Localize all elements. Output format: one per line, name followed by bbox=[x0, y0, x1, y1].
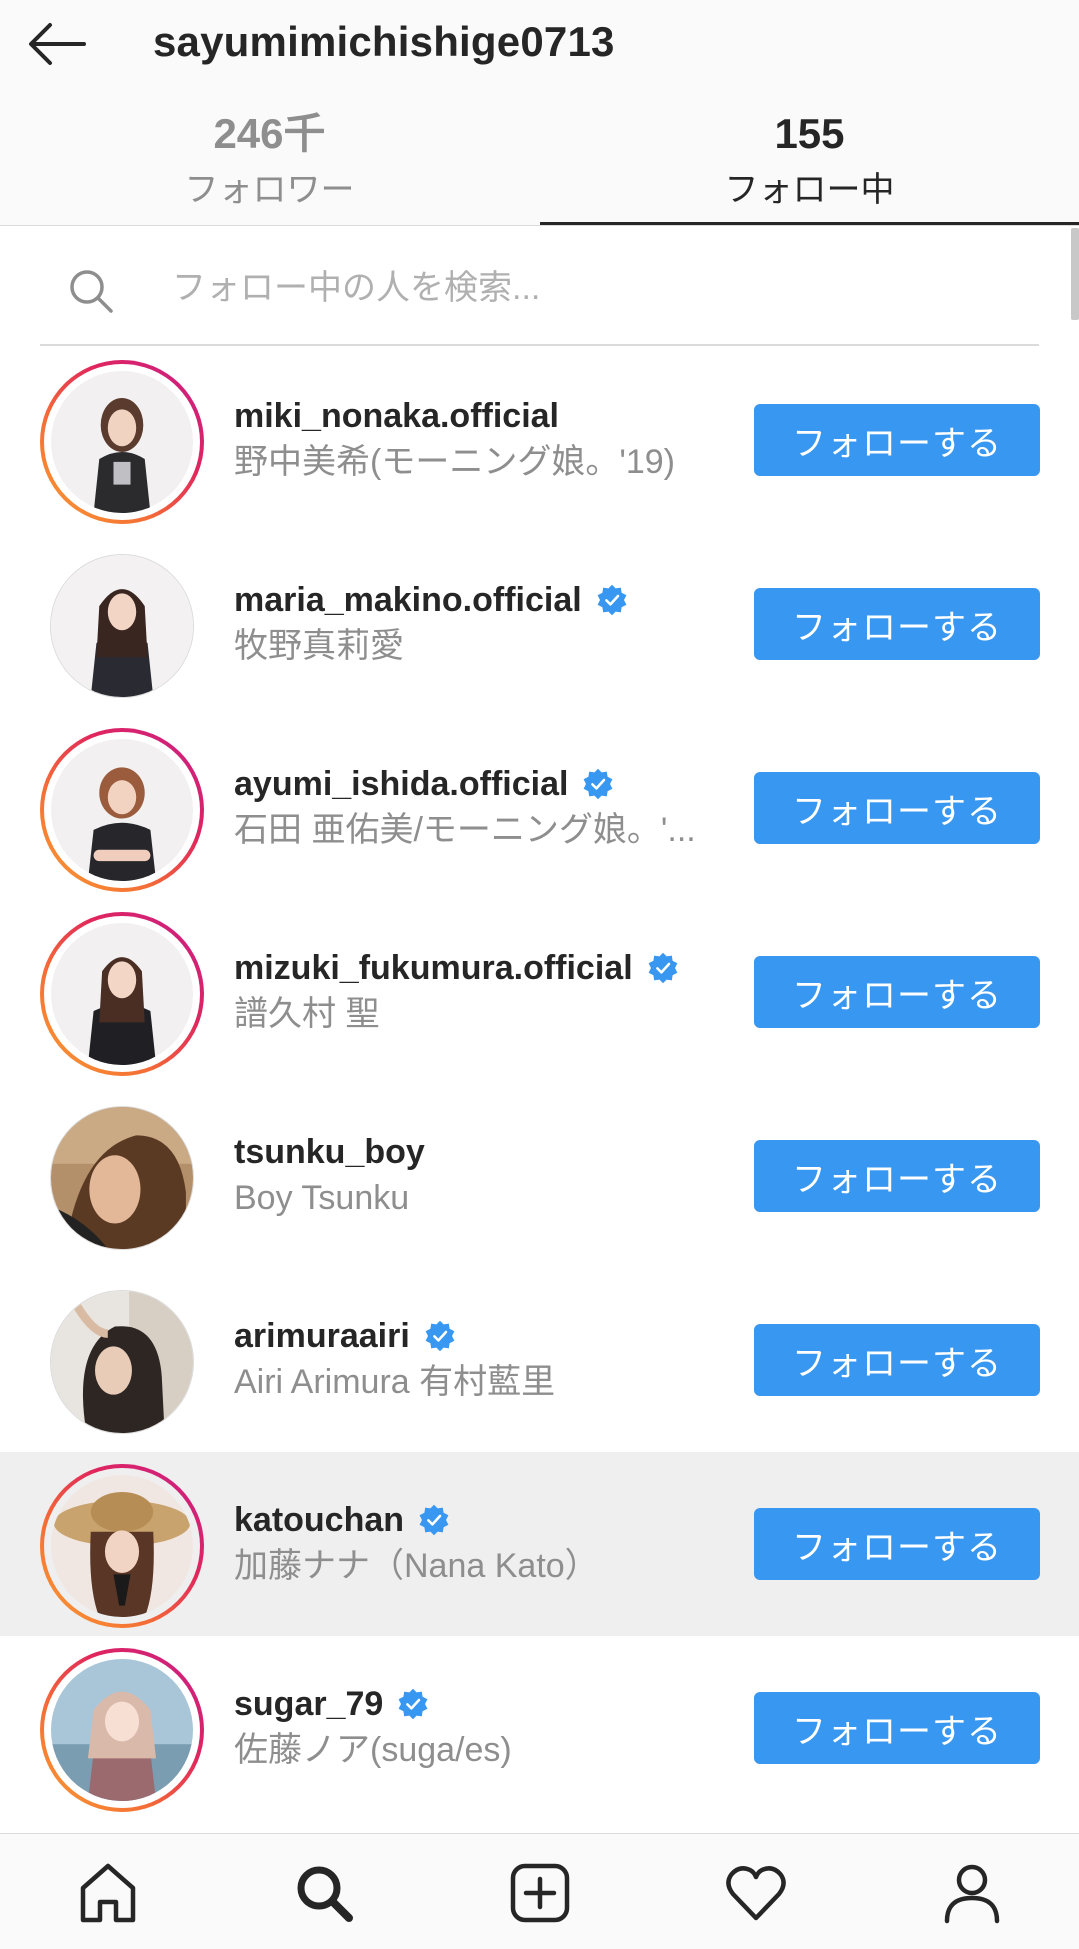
list-item[interactable]: sugar_79 佐藤ノア(suga/es) フォローする bbox=[0, 1636, 1079, 1820]
list-item[interactable]: tsunku_boy Boy Tsunku フォローする bbox=[0, 1084, 1079, 1268]
display-name: 野中美希(モーニング娘。'19) bbox=[234, 443, 675, 481]
search-icon bbox=[297, 1866, 353, 1922]
username[interactable]: ayumi_ishida.official bbox=[234, 765, 568, 804]
verified-badge-icon bbox=[597, 584, 627, 616]
avatar bbox=[51, 1659, 193, 1801]
home-icon bbox=[80, 1863, 136, 1923]
bottom-nav bbox=[0, 1833, 1079, 1949]
avatar bbox=[51, 923, 193, 1065]
username[interactable]: arimuraairi bbox=[234, 1317, 410, 1356]
verified-badge-icon bbox=[398, 1688, 428, 1720]
search-icon bbox=[70, 270, 113, 313]
tab-following[interactable]: 155 フォロー中 bbox=[540, 108, 1079, 214]
display-name: 佐藤ノア(suga/es) bbox=[234, 1731, 512, 1769]
new-post-icon bbox=[510, 1863, 570, 1923]
display-name: 牧野真莉愛 bbox=[234, 627, 404, 665]
display-name: 石田 亜佑美/モーニング娘。'... bbox=[234, 811, 696, 849]
following-list: miki_nonaka.official 野中美希(モーニング娘。'19) フォ… bbox=[0, 348, 1079, 1820]
app-header: sayumimichishige0713 246千 フォロワー 155 フォロー… bbox=[0, 0, 1079, 226]
verified-badge-icon bbox=[419, 1504, 449, 1536]
avatar-frame[interactable] bbox=[40, 1280, 204, 1444]
avatar bbox=[51, 371, 193, 513]
verified-badge-icon bbox=[425, 1320, 455, 1352]
follow-button[interactable]: フォローする bbox=[754, 772, 1040, 844]
avatar-frame[interactable] bbox=[40, 544, 204, 708]
avatar bbox=[51, 739, 193, 881]
profile-icon bbox=[944, 1864, 1000, 1924]
avatar bbox=[51, 555, 193, 697]
search-bar bbox=[40, 228, 1039, 346]
list-item[interactable]: arimuraairi Airi Arimura 有村藍里 フォローする bbox=[0, 1268, 1079, 1452]
follow-button[interactable]: フォローする bbox=[754, 1508, 1040, 1580]
story-ring[interactable] bbox=[40, 1648, 204, 1812]
back-button[interactable] bbox=[22, 14, 92, 74]
following-label: フォロー中 bbox=[724, 171, 895, 209]
page-title: sayumimichishige0713 bbox=[153, 18, 615, 65]
active-tab-indicator bbox=[540, 222, 1079, 225]
verified-badge-icon bbox=[648, 952, 678, 984]
activity-heart-icon bbox=[726, 1866, 786, 1921]
followers-count: 246千 bbox=[213, 110, 326, 157]
list-item[interactable]: miki_nonaka.official 野中美希(モーニング娘。'19) フォ… bbox=[0, 348, 1079, 532]
follow-button[interactable]: フォローする bbox=[754, 588, 1040, 660]
story-ring[interactable] bbox=[40, 912, 204, 1076]
list-item[interactable]: ayumi_ishida.official 石田 亜佑美/モーニング娘。'...… bbox=[0, 716, 1079, 900]
display-name: Boy Tsunku bbox=[234, 1179, 410, 1217]
list-item[interactable]: mizuki_fukumura.official 譜久村 聖 フォローする bbox=[0, 900, 1079, 1084]
username[interactable]: katouchan bbox=[234, 1501, 404, 1540]
avatar bbox=[51, 1107, 193, 1249]
username[interactable]: miki_nonaka.official bbox=[234, 397, 559, 436]
nav-activity[interactable] bbox=[721, 1858, 791, 1928]
list-item[interactable]: katouchan 加藤ナナ（Nana Kato） フォローする bbox=[0, 1452, 1079, 1636]
nav-profile[interactable] bbox=[937, 1858, 1007, 1928]
username[interactable]: sugar_79 bbox=[234, 1685, 383, 1724]
follow-button[interactable]: フォローする bbox=[754, 956, 1040, 1028]
following-count: 155 bbox=[774, 110, 845, 157]
search-input[interactable] bbox=[172, 258, 972, 318]
follow-button[interactable]: フォローする bbox=[754, 1692, 1040, 1764]
display-name: Airi Arimura 有村藍里 bbox=[234, 1363, 556, 1401]
nav-new-post[interactable] bbox=[505, 1858, 575, 1928]
nav-search[interactable] bbox=[289, 1858, 359, 1928]
nav-home[interactable] bbox=[73, 1858, 143, 1928]
avatar bbox=[51, 1475, 193, 1617]
followers-label: フォロワー bbox=[184, 171, 355, 209]
scrollbar[interactable] bbox=[1071, 228, 1079, 320]
avatar-frame[interactable] bbox=[40, 1096, 204, 1260]
follow-button[interactable]: フォローする bbox=[754, 1324, 1040, 1396]
story-ring[interactable] bbox=[40, 728, 204, 892]
story-ring[interactable] bbox=[40, 360, 204, 524]
list-item[interactable]: maria_makino.official 牧野真莉愛 フォローする bbox=[0, 532, 1079, 716]
username[interactable]: maria_makino.official bbox=[234, 581, 582, 620]
username[interactable]: mizuki_fukumura.official bbox=[234, 949, 633, 988]
story-ring[interactable] bbox=[40, 1464, 204, 1628]
verified-badge-icon bbox=[584, 768, 613, 800]
username[interactable]: tsunku_boy bbox=[234, 1133, 425, 1172]
follow-button[interactable]: フォローする bbox=[754, 404, 1040, 476]
tab-followers[interactable]: 246千 フォロワー bbox=[0, 108, 539, 214]
back-arrow-icon bbox=[29, 23, 86, 65]
follow-button[interactable]: フォローする bbox=[754, 1140, 1040, 1212]
display-name: 譜久村 聖 bbox=[234, 995, 380, 1033]
avatar bbox=[51, 1291, 193, 1433]
display-name: 加藤ナナ（Nana Kato） bbox=[234, 1547, 599, 1585]
